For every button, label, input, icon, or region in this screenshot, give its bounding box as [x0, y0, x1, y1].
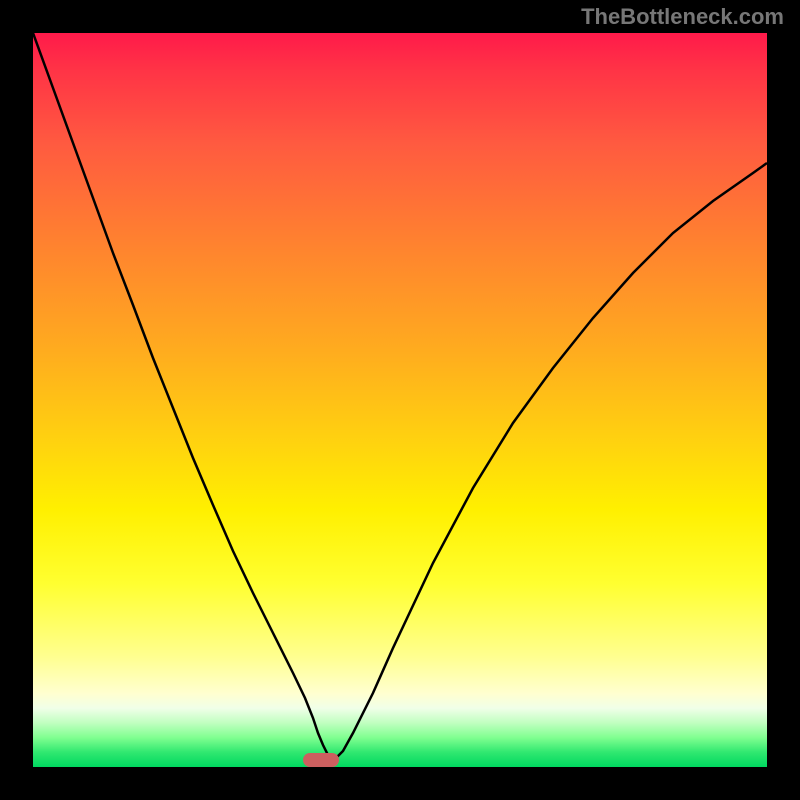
watermark-text: TheBottleneck.com [581, 4, 784, 30]
plot-area [33, 33, 767, 767]
curve-svg [33, 33, 767, 767]
optimal-marker [303, 753, 339, 767]
bottleneck-curve [33, 33, 767, 761]
